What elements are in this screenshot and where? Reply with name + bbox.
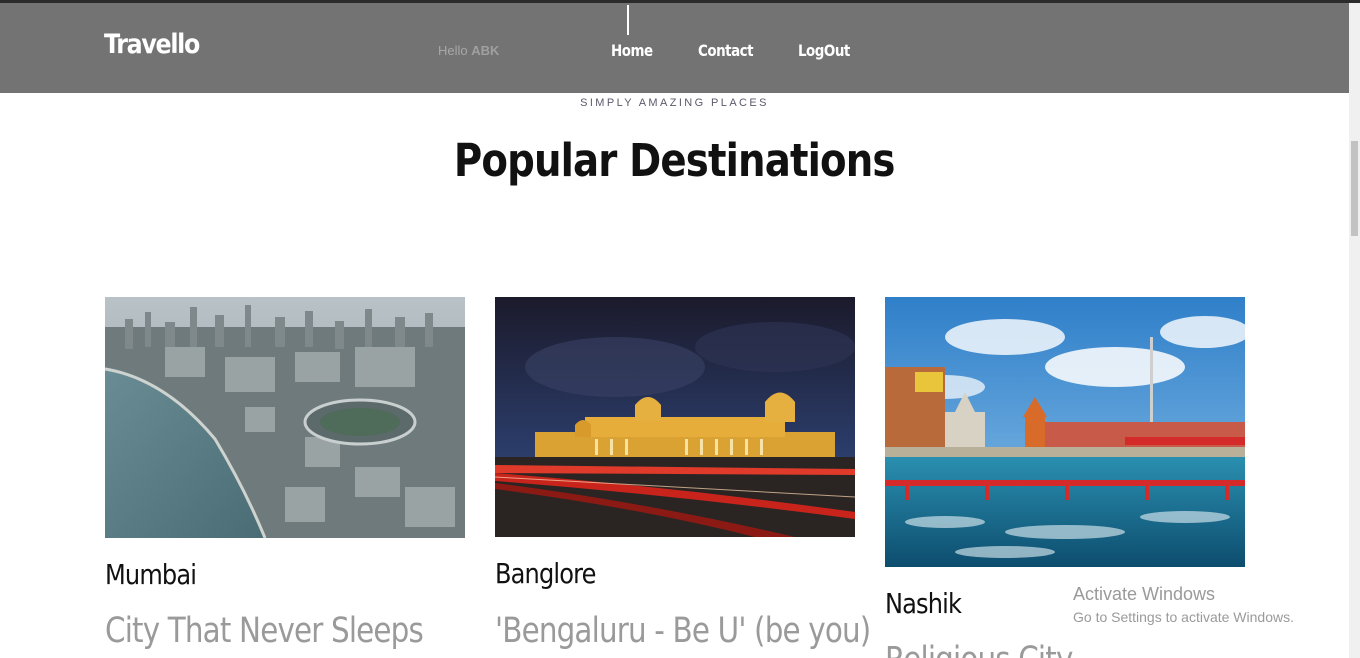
destination-desc-nashik: Religious City — [885, 640, 1073, 658]
navbar: Travello Hello ABK Home Contact LogOut — [0, 3, 1349, 93]
section-title-text: Popular Destinations — [454, 134, 896, 187]
destination-image-mumbai[interactable] — [105, 297, 465, 538]
nav-link-home[interactable]: Home — [611, 41, 653, 60]
vertical-scrollbar[interactable] — [1349, 3, 1360, 658]
username: ABK — [471, 43, 500, 58]
user-greeting: Hello ABK — [438, 43, 499, 58]
greeting-text: Hello — [438, 43, 468, 58]
section-subtitle: SIMPLY AMAZING PLACES — [580, 97, 769, 109]
nav-link-logout[interactable]: LogOut — [798, 41, 850, 60]
destination-image-banglore[interactable] — [495, 297, 855, 537]
destination-image-nashik[interactable] — [885, 297, 1245, 567]
activate-windows-watermark: Activate Windows Go to Settings to activ… — [1073, 584, 1294, 625]
destination-name-nashik: Nashik — [885, 587, 962, 620]
mumbai-skyline-photo — [105, 297, 465, 538]
destination-desc-banglore: 'Bengaluru - Be U' (be you) — [495, 611, 871, 651]
destination-name-mumbai: Mumbai — [105, 558, 197, 591]
brand-logo[interactable]: Travello — [104, 29, 200, 60]
scrollbar-thumb[interactable] — [1351, 141, 1358, 236]
watermark-subtitle: Go to Settings to activate Windows. — [1073, 609, 1294, 625]
section-title: Popular Destinations — [0, 134, 1349, 187]
destination-desc-mumbai: City That Never Sleeps — [105, 611, 424, 651]
watermark-title: Activate Windows — [1073, 584, 1216, 604]
nav-active-indicator — [627, 5, 629, 35]
destination-name-banglore: Banglore — [495, 557, 596, 590]
nashik-ghats-photo — [885, 297, 1245, 567]
nav-link-contact[interactable]: Contact — [698, 41, 754, 60]
vidhana-soudha-night-photo — [495, 297, 855, 537]
